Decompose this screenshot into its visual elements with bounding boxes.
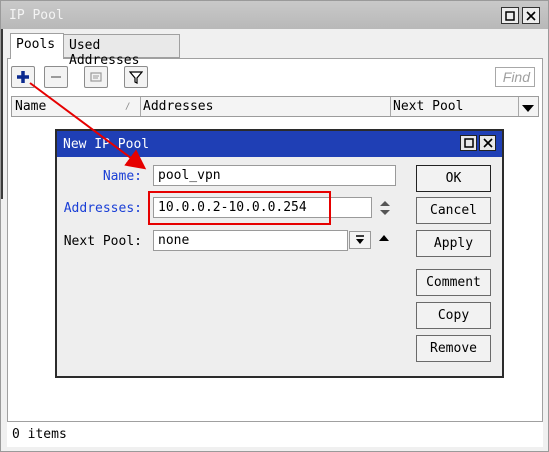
window-edge [1, 29, 3, 199]
window-titlebar[interactable]: IP Pool [1, 1, 548, 29]
tab-used-addresses-label: Used Addresses [69, 38, 140, 68]
apply-button[interactable]: Apply [416, 230, 491, 257]
dialog-close-icon[interactable] [479, 135, 496, 151]
comment-button[interactable] [84, 66, 108, 88]
dropdown-arrow-icon[interactable] [349, 231, 371, 249]
ok-button[interactable]: OK [416, 165, 491, 192]
next-pool-label: Next Pool: [63, 234, 142, 249]
next-pool-select[interactable]: none [153, 230, 348, 251]
close-icon[interactable] [522, 7, 540, 24]
sort-indicator-icon: / [125, 102, 131, 112]
copy-button[interactable]: Copy [416, 302, 491, 329]
remove-button[interactable]: Remove [416, 335, 491, 362]
comment-button[interactable]: Comment [416, 269, 491, 296]
maximize-icon[interactable] [501, 7, 519, 24]
column-addresses[interactable]: Addresses [143, 99, 213, 114]
list-header: Name / Addresses Next Pool [11, 96, 539, 117]
filter-icon [129, 71, 143, 84]
status-bar: 0 items [7, 421, 543, 447]
note-icon [90, 72, 102, 82]
remove-button[interactable] [44, 66, 68, 88]
name-field[interactable]: pool_vpn [153, 165, 396, 186]
cancel-button[interactable]: Cancel [416, 197, 491, 224]
minus-icon [51, 76, 61, 78]
new-ip-pool-dialog: New IP Pool Name: pool_vpn Addresses: 10… [55, 129, 504, 378]
remove-field-up-icon[interactable] [377, 233, 391, 251]
find-input[interactable]: Find [495, 67, 535, 87]
addresses-label: Addresses: [63, 201, 142, 216]
column-name[interactable]: Name [15, 99, 46, 114]
filter-button[interactable] [124, 66, 148, 88]
window-title: IP Pool [9, 8, 64, 23]
tab-pools[interactable]: Pools [10, 33, 64, 59]
dialog-title: New IP Pool [63, 137, 150, 152]
dialog-titlebar[interactable]: New IP Pool [57, 131, 502, 157]
up-down-arrows-icon[interactable] [378, 199, 392, 217]
dialog-maximize-icon[interactable] [460, 135, 477, 151]
column-separator [390, 97, 391, 116]
name-label: Name: [102, 169, 142, 184]
plus-icon [17, 71, 29, 83]
tab-pools-label: Pools [16, 37, 56, 52]
add-button[interactable] [11, 66, 35, 88]
item-count: 0 items [12, 427, 67, 442]
tab-used-addresses[interactable]: Used Addresses [64, 34, 180, 68]
column-menu-icon[interactable] [522, 102, 534, 116]
addresses-field[interactable]: 10.0.0.2-10.0.0.254 [153, 197, 372, 218]
column-separator [140, 97, 141, 116]
column-next-pool[interactable]: Next Pool [393, 99, 463, 114]
column-separator [518, 97, 519, 116]
